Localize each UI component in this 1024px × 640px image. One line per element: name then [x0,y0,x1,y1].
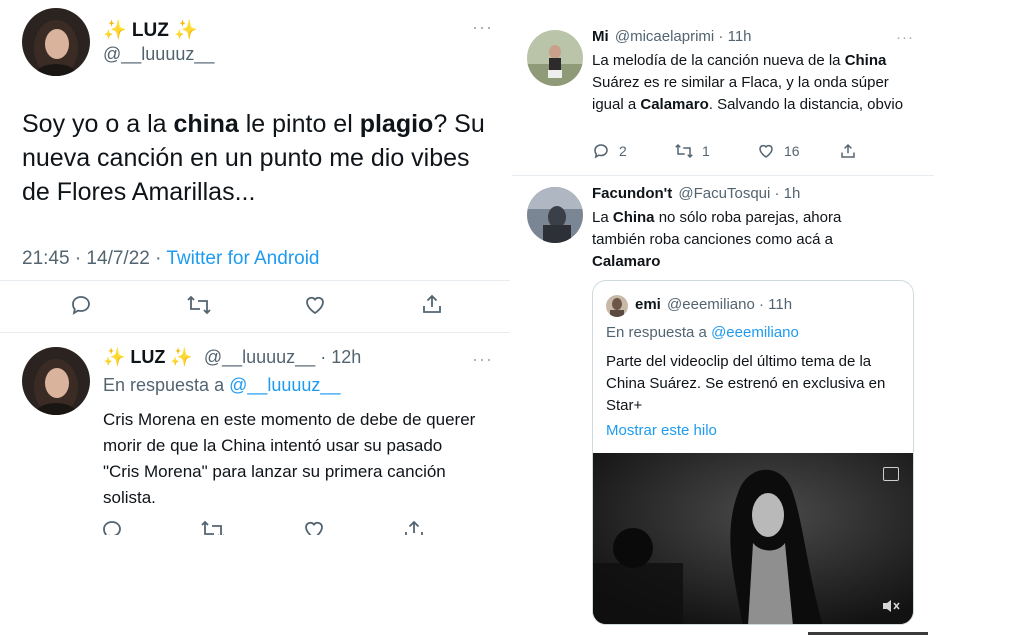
in-reply-label: En respuesta a [606,324,712,341]
highlighted-text: China [612,209,655,226]
in-reply-label: En respuesta a [103,375,230,395]
in-reply-handle-link[interactable]: @__luuuuz__ [229,375,340,395]
mute-icon[interactable] [881,598,901,619]
tweet-header: Facundon't @FacuTosqui · 1h [592,185,800,202]
reply-icon [72,296,90,315]
quoted-text: Parte del videoclip del último tema de l… [606,353,886,414]
reply-count: 2 [619,143,627,159]
video-player[interactable] [593,453,913,624]
share-icon [423,294,441,313]
like-icon [759,144,773,158]
tweet-divider [0,280,510,281]
like-count: 16 [784,143,800,159]
avatar[interactable] [22,347,90,415]
quoted-tweet-card[interactable]: emi @eeemiliano · 11h En respuesta a @ee… [592,280,914,625]
more-icon[interactable]: ··· [472,350,493,368]
actions-clip [100,518,430,535]
tweet-source-link[interactable]: Twitter for Android [166,248,319,269]
reply-icon[interactable] [100,518,124,535]
avatar[interactable] [527,187,583,243]
author-name[interactable]: Mi [592,28,609,45]
retweet-button[interactable] [186,293,212,317]
quoted-header: emi @eeemiliano · 11h [635,296,792,313]
highlighted-text: Calamaro [640,96,709,113]
tweet-header: Mi @micaelaprimi · 11h [592,28,752,45]
highlighted-text: china [173,110,239,138]
author-name[interactable]: ✨ LUZ ✨ [103,347,193,367]
like-icon [306,296,324,315]
reply-button[interactable]: 2 [592,142,627,160]
retweet-icon[interactable] [200,518,226,535]
text-segment: La melodía de la canción nueva de la [592,52,845,69]
video-frame [593,453,913,624]
reply-icon [594,144,608,159]
more-icon[interactable]: ··· [472,18,493,36]
tweet-divider [512,175,934,176]
scroll-indicator [808,632,928,635]
like-button[interactable]: 16 [757,142,800,160]
like-icon[interactable] [302,518,326,535]
tweet-timestamp: 21:45 · 14/7/22 · Twitter for Android [22,248,320,270]
highlighted-text: China [844,52,887,69]
timestamp: 21:45 · 14/7/22 · [22,248,167,269]
avatar [606,295,628,317]
in-reply-handle-link[interactable]: @eeemiliano [711,324,799,341]
avatar[interactable] [22,8,90,76]
avatar[interactable] [527,30,583,86]
retweet-icon [675,143,693,159]
author-name[interactable]: ✨ LUZ ✨ [103,18,198,42]
author-name: emi [635,296,661,313]
author-handle[interactable]: @FacuTosqui · 1h [678,185,800,202]
retweet-count: 1 [702,143,710,159]
text-segment: Soy yo o a la [22,110,174,138]
captions-icon[interactable] [883,467,899,481]
retweet-button[interactable]: 1 [674,142,710,160]
text-segment: . Salvando la distancia, obvio [708,96,904,113]
author-handle[interactable]: @__luuuuz__ [103,44,214,65]
text-segment: le pinto el [238,110,360,138]
tweet-divider [0,332,510,333]
share-icon[interactable] [402,518,426,535]
highlighted-text: Calamaro [592,253,661,270]
reply-header: ✨ LUZ ✨ @__luuuuz__ · 12h [103,347,361,368]
author-handle[interactable]: @micaelaprimi · 11h [615,28,752,45]
share-button[interactable] [839,142,857,160]
highlighted-text: plagio [359,110,434,138]
share-icon [841,143,855,158]
author-handle[interactable]: @__luuuuz__ · 12h [204,347,361,367]
author-name[interactable]: Facundon't [592,185,672,202]
tweet-text: Cris Morena en este momento de debe de q… [103,410,476,507]
in-reply-to: En respuesta a @eeemiliano [606,324,799,341]
tweet-text: La melodía de la canción nueva de la Chi… [592,50,922,116]
more-icon[interactable]: ··· [896,30,914,45]
author-handle: @eeemiliano · 11h [667,296,793,313]
show-thread-link[interactable]: Mostrar este hilo [606,422,717,439]
in-reply-to: En respuesta a @__luuuuz__ [103,375,340,396]
tweet-text: La China no sólo roba parejas, ahora tam… [592,207,892,273]
tweet-text: Soy yo o a la china le pinto el plagio? … [22,107,492,209]
like-button[interactable] [303,293,327,317]
share-button[interactable] [420,292,444,316]
text-segment: La [592,209,613,226]
reply-button[interactable] [69,293,93,317]
retweet-icon [187,295,211,315]
